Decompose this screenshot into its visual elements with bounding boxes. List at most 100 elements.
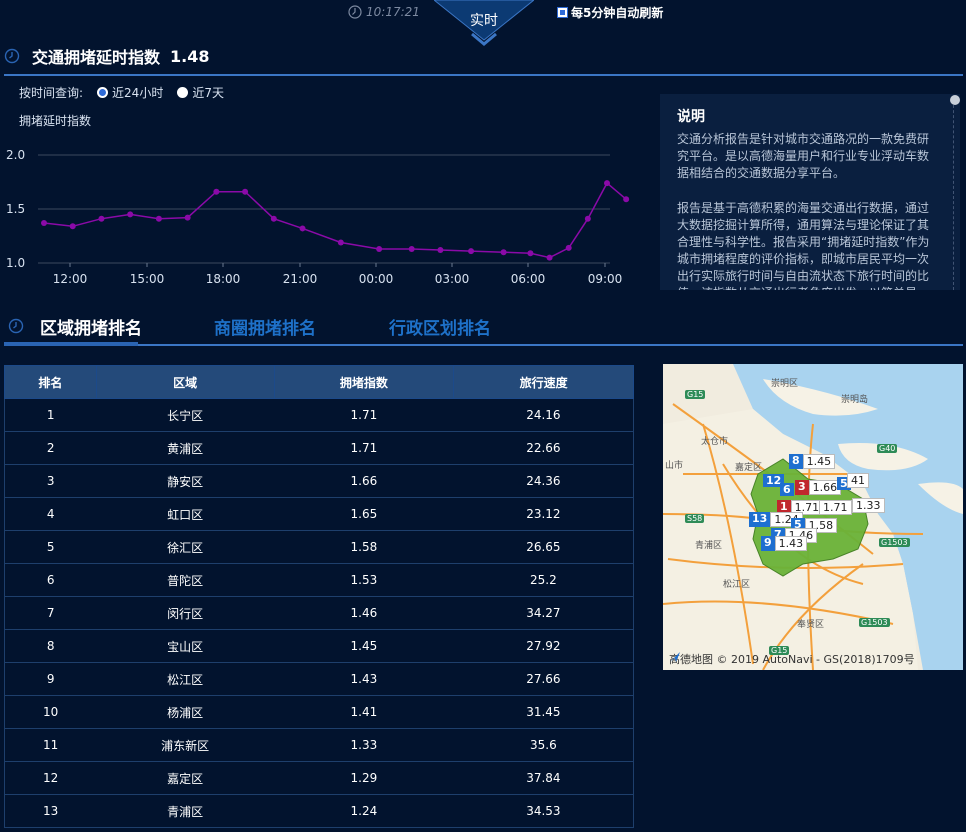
- radio-7d-label[interactable]: 近7天: [192, 84, 224, 101]
- rank-cell: 10: [4, 695, 97, 729]
- data-point[interactable]: [41, 220, 47, 227]
- auto-refresh-toggle[interactable]: 每5分钟自动刷新: [557, 4, 663, 21]
- area-cell: 浦东新区: [96, 728, 275, 762]
- tab-business-ranking[interactable]: 商圈拥堵排名: [214, 314, 316, 339]
- speed-cell: 26.65: [453, 530, 634, 564]
- x-tick-label: 09:00: [588, 272, 623, 286]
- index-cell: 1.71: [274, 398, 454, 432]
- description-panel: 说明 交通分析报告是针对城市交通路况的一款免费研究平台。是以高德海量用户和行业专…: [660, 94, 960, 290]
- data-point[interactable]: [155, 215, 162, 222]
- marker-value: 41: [847, 473, 869, 488]
- area-cell: 徐汇区: [96, 530, 275, 564]
- marker-value: 1.45: [802, 454, 836, 469]
- data-point[interactable]: [184, 214, 191, 221]
- data-point[interactable]: [623, 196, 630, 203]
- data-point[interactable]: [527, 250, 534, 257]
- clock-icon: [4, 48, 20, 64]
- map-marker[interactable]: 8 1.45: [789, 454, 836, 469]
- map-marker[interactable]: 9 1.43: [761, 536, 808, 551]
- data-point[interactable]: [270, 215, 277, 222]
- realtime-tab[interactable]: 实时: [434, 0, 534, 48]
- map-marker[interactable]: 6: [780, 483, 794, 496]
- marker-rank: 8: [789, 454, 803, 469]
- x-tick-label: 18:00: [206, 272, 241, 286]
- y-tick-label: 1.0: [6, 256, 25, 270]
- auto-refresh-checkbox[interactable]: [557, 7, 568, 18]
- area-cell: 长宁区: [96, 398, 275, 432]
- data-point[interactable]: [408, 245, 415, 252]
- clock: 10:17:21: [348, 5, 420, 19]
- data-point[interactable]: [98, 215, 105, 222]
- speed-cell: 35.6: [453, 728, 634, 762]
- marker-value: 1.71: [819, 500, 852, 515]
- index-cell: 1.66: [274, 464, 454, 498]
- rank-cell: 8: [4, 629, 97, 663]
- index-cell: 1.71: [274, 431, 454, 465]
- data-point[interactable]: [213, 188, 220, 195]
- road-shield: G1503: [879, 538, 910, 547]
- rank-cell: 3: [4, 464, 97, 498]
- congestion-line-chart: 2.0 1.5 1.0 12:00 15:00 18:00 21:00 00:00 03:00 0…: [6, 148, 630, 286]
- time-query: 按时间查询: 近24小时 近7天: [19, 84, 224, 101]
- col-index: 拥堵指数: [273, 365, 455, 399]
- map-label-shanshi: 山市: [665, 461, 684, 471]
- data-point[interactable]: [299, 225, 306, 232]
- data-point[interactable]: [242, 188, 249, 195]
- data-point[interactable]: [584, 215, 591, 222]
- table-row: 13 青浦区 1.24 34.53: [4, 794, 634, 828]
- map-marker[interactable]: 1.71: [819, 500, 852, 515]
- rank-cell: 12: [4, 761, 97, 795]
- description-paragraph-2: 报告是基于高德积累的海量交通出行数据，通过大数据挖掘计算所得，通用算法与理论保证…: [677, 201, 930, 290]
- index-title: 交通拥堵延时指数: [32, 48, 161, 67]
- table-row: 9 松江区 1.43 27.66: [4, 662, 634, 696]
- tab-area-ranking[interactable]: 区域拥堵排名: [40, 314, 142, 339]
- table-header-row: 排名 区域 拥堵指数 旅行速度: [4, 365, 634, 399]
- rank-cell: 1: [4, 398, 97, 432]
- map-marker[interactable]: 41: [847, 473, 869, 488]
- table-row: 4 虹口区 1.65 23.12: [4, 497, 634, 531]
- rank-cell: 6: [4, 563, 97, 597]
- speed-cell: 23.12: [453, 497, 634, 531]
- marker-rank: 9: [761, 536, 775, 551]
- rank-cell: 11: [4, 728, 97, 762]
- description-scroll-thumb[interactable]: [950, 95, 960, 105]
- radio-24h-label[interactable]: 近24小时: [112, 84, 163, 101]
- chart-ylabel: 拥堵延时指数: [19, 114, 92, 128]
- area-cell: 宝山区: [96, 629, 275, 663]
- congestion-map[interactable]: 崇明区 崇明岛 太仓市 嘉定区 青浦区 松江区 奉贤区 山市 G15 G40 S…: [663, 364, 963, 670]
- table-row: 10 杨浦区 1.41 31.45: [4, 695, 634, 729]
- data-point[interactable]: [69, 223, 76, 230]
- map-marker[interactable]: 3 1.66: [795, 480, 842, 495]
- description-scrollbar[interactable]: [953, 100, 955, 290]
- data-point[interactable]: [376, 245, 383, 252]
- map-marker[interactable]: 1.33: [852, 498, 885, 513]
- x-tick-label: 12:00: [53, 272, 88, 286]
- radio-24h[interactable]: [97, 87, 109, 98]
- table-row: 2 黄浦区 1.71 22.66: [4, 431, 634, 465]
- x-tick-label: 03:00: [435, 272, 470, 286]
- index-cell: 1.53: [274, 563, 454, 597]
- speed-cell: 37.84: [453, 761, 634, 795]
- description-title: 说明: [677, 109, 705, 125]
- tab-district-ranking[interactable]: 行政区划排名: [389, 314, 491, 339]
- data-point[interactable]: [500, 249, 507, 256]
- radio-7d[interactable]: [177, 87, 189, 98]
- data-point[interactable]: [337, 239, 344, 246]
- data-point[interactable]: [565, 244, 572, 251]
- speed-cell: 34.27: [453, 596, 634, 630]
- area-cell: 普陀区: [96, 563, 275, 597]
- data-point[interactable]: [604, 180, 611, 187]
- index-cell: 1.58: [274, 530, 454, 564]
- data-point[interactable]: [437, 247, 444, 254]
- table-row: 6 普陀区 1.53 25.2: [4, 563, 634, 597]
- data-point[interactable]: [546, 254, 553, 261]
- map-label-chongming-island: 崇明岛: [841, 395, 869, 405]
- road-shield: G40: [877, 444, 898, 453]
- ranking-tabs: 区域拥堵排名 商圈拥堵排名 行政区划排名: [4, 310, 963, 346]
- marker-rank: 3: [795, 480, 809, 495]
- area-cell: 杨浦区: [96, 695, 275, 729]
- data-point[interactable]: [468, 248, 475, 255]
- rank-cell: 5: [4, 530, 97, 564]
- data-point[interactable]: [127, 211, 134, 218]
- x-tick-label: 15:00: [130, 272, 165, 286]
